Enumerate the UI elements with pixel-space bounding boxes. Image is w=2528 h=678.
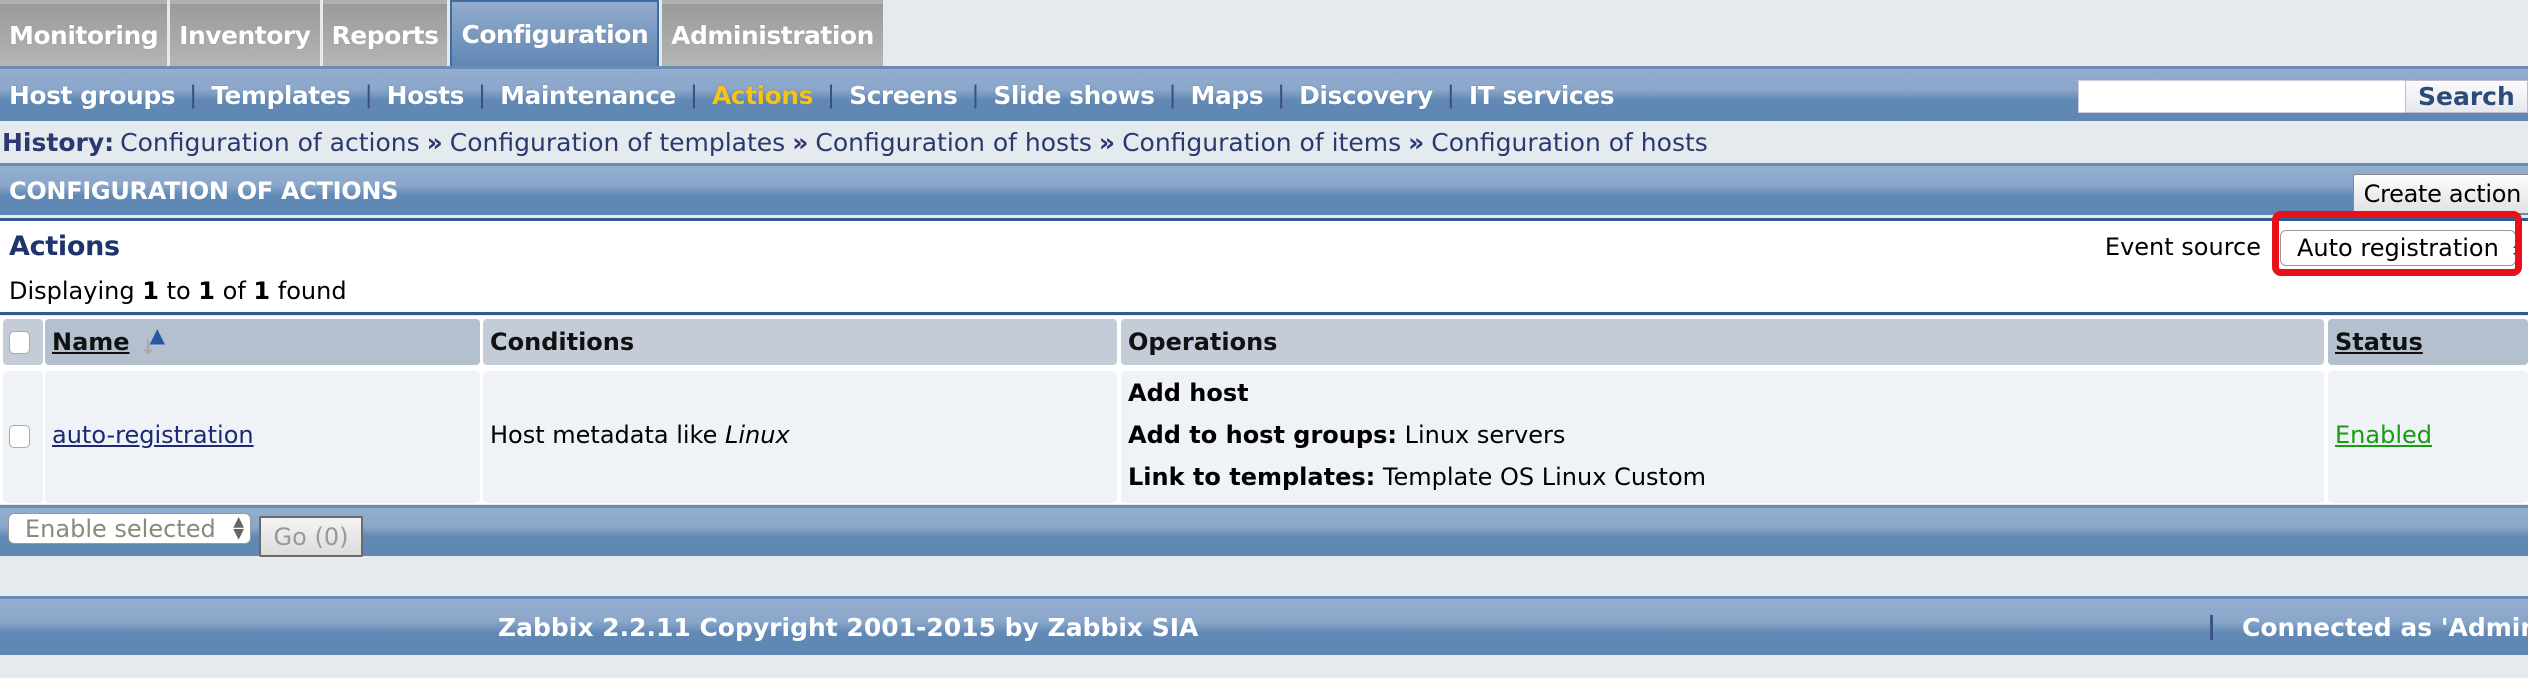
tab-configuration[interactable]: Configuration: [450, 0, 660, 66]
subnav-separator: |: [189, 81, 198, 109]
search-button[interactable]: Search: [2405, 80, 2528, 113]
subnav-hosts[interactable]: Hosts: [387, 81, 465, 110]
create-action-button[interactable]: Create action: [2352, 174, 2528, 214]
column-header-status[interactable]: Status: [2328, 319, 2528, 365]
column-name-label[interactable]: Name: [52, 328, 130, 356]
subnav-host-groups[interactable]: Host groups: [9, 81, 176, 110]
mass-action-value: Enable selected: [25, 514, 216, 543]
displaying-total: 1: [253, 277, 271, 305]
displaying-from: 1: [142, 277, 159, 305]
condition-prefix: Host metadata like: [490, 421, 718, 449]
cell-operations: Add host Add to host groups: Linux serve…: [1121, 371, 2324, 503]
operation-item: Link to templates: Template OS Linux Cus…: [1128, 463, 1706, 491]
copyright-text: Zabbix 2.2.11 Copyright 2001-2015 by Zab…: [498, 613, 1199, 642]
subnav-separator: |: [364, 81, 373, 109]
history-link[interactable]: Configuration of hosts: [815, 128, 1092, 157]
action-name-link[interactable]: auto-registration: [52, 421, 254, 449]
condition-value: Linux: [725, 421, 790, 449]
subnav-separator: |: [1168, 81, 1177, 109]
subnav-separator: |: [477, 81, 487, 109]
sub-menu: Host groups | Templates | Hosts | Mainte…: [0, 66, 2528, 121]
connected-user: Connected as 'Admin': [2242, 613, 2528, 642]
subnav-separator: |: [1277, 81, 1286, 109]
tab-inventory[interactable]: Inventory: [170, 0, 320, 66]
displaying-to-word: to: [166, 277, 191, 305]
history-breadcrumb: History: Configuration of actions » Conf…: [0, 121, 2528, 163]
history-separator: »: [426, 127, 443, 157]
history-link[interactable]: Configuration of items: [1122, 128, 1401, 157]
operation-label: Add to host groups:: [1128, 421, 1397, 449]
subnav-maps[interactable]: Maps: [1191, 81, 1264, 110]
actions-table: Name ↓ ▲ Conditions Operations Status aut…: [0, 316, 2528, 504]
operation-label: Add host: [1128, 379, 1249, 407]
search-input[interactable]: [2078, 80, 2408, 113]
cell-status: Enabled: [2328, 371, 2528, 503]
condition-text: Host metadata like Linux: [490, 421, 790, 449]
column-header-name[interactable]: Name ↓ ▲: [45, 319, 480, 365]
main-menu: Monitoring Inventory Reports Configurati…: [0, 0, 886, 66]
footer-separator: |: [2207, 611, 2217, 640]
column-status-label[interactable]: Status: [2335, 328, 2423, 356]
subnav-separator: |: [1446, 81, 1455, 109]
cell-conditions: Host metadata like Linux: [483, 371, 1117, 503]
event-source-value: Auto registration: [2297, 234, 2499, 262]
sort-ascending-icon: ↓ ▲: [139, 323, 165, 359]
column-header-conditions: Conditions: [483, 319, 1117, 365]
select-arrows-icon: ⬍: [2509, 241, 2525, 262]
subnav-separator: |: [826, 81, 836, 109]
tab-monitoring[interactable]: Monitoring: [0, 0, 168, 66]
column-operations-label: Operations: [1128, 328, 1278, 356]
displaying-prefix: Displaying: [9, 277, 135, 305]
operation-value: Template OS Linux Custom: [1382, 463, 1707, 491]
subnav-discovery[interactable]: Discovery: [1299, 81, 1433, 110]
page-footer: Zabbix 2.2.11 Copyright 2001-2015 by Zab…: [0, 596, 2528, 655]
go-button[interactable]: Go (0): [259, 516, 363, 557]
event-source-select[interactable]: Auto registration ⬍: [2280, 230, 2525, 266]
operation-value: Linux servers: [1404, 421, 1566, 449]
operation-label: Link to templates:: [1128, 463, 1376, 491]
subnav-screens[interactable]: Screens: [849, 81, 958, 110]
history-separator: »: [1098, 127, 1116, 157]
displaying-count: Displaying 1 to 1 of 1 found: [9, 277, 347, 305]
displaying-found-word: found: [277, 277, 347, 305]
row-checkbox[interactable]: [9, 425, 30, 448]
actions-panel: Actions Displaying 1 to 1 of 1 found Eve…: [0, 218, 2528, 315]
page-title: CONFIGURATION OF ACTIONS: [9, 176, 399, 205]
subnav-maintenance[interactable]: Maintenance: [500, 81, 676, 110]
displaying-to: 1: [198, 277, 215, 305]
mass-action-bar: Enable selected ▲ ▼ Go (0): [0, 505, 2528, 557]
tab-reports[interactable]: Reports: [322, 0, 448, 66]
column-header-operations: Operations: [1121, 319, 2324, 365]
history-link[interactable]: Configuration of templates: [450, 128, 785, 157]
select-all-checkbox[interactable]: [9, 330, 30, 354]
subnav-it-services[interactable]: IT services: [1469, 81, 1615, 110]
history-label: History:: [2, 127, 115, 157]
subnav-actions[interactable]: Actions: [712, 81, 814, 110]
history-link[interactable]: Configuration of actions: [120, 128, 420, 157]
subnav-separator: |: [971, 81, 980, 109]
cell-name: auto-registration: [45, 371, 480, 503]
select-arrows-icon: ▲ ▼: [233, 514, 244, 542]
operation-item: Add to host groups: Linux servers: [1128, 421, 1565, 449]
subnav-separator: |: [689, 81, 698, 109]
tab-administration[interactable]: Administration: [662, 0, 883, 66]
subnav-slide-shows[interactable]: Slide shows: [993, 81, 1155, 110]
history-separator: »: [1408, 127, 1425, 157]
page-header: CONFIGURATION OF ACTIONS Create action: [0, 163, 2528, 215]
column-conditions-label: Conditions: [490, 328, 635, 356]
history-separator: »: [792, 127, 809, 157]
history-link[interactable]: Configuration of hosts: [1431, 128, 1708, 157]
displaying-of-word: of: [222, 277, 246, 305]
header-select-all: [3, 319, 43, 365]
table-row: [3, 371, 43, 503]
event-source-label: Event source: [2104, 233, 2261, 261]
section-title: Actions: [9, 231, 120, 262]
status-toggle-link[interactable]: Enabled: [2335, 421, 2432, 449]
operation-item: Add host: [1128, 379, 1249, 407]
subnav-templates[interactable]: Templates: [211, 81, 351, 110]
mass-action-select[interactable]: Enable selected ▲ ▼: [8, 513, 251, 544]
